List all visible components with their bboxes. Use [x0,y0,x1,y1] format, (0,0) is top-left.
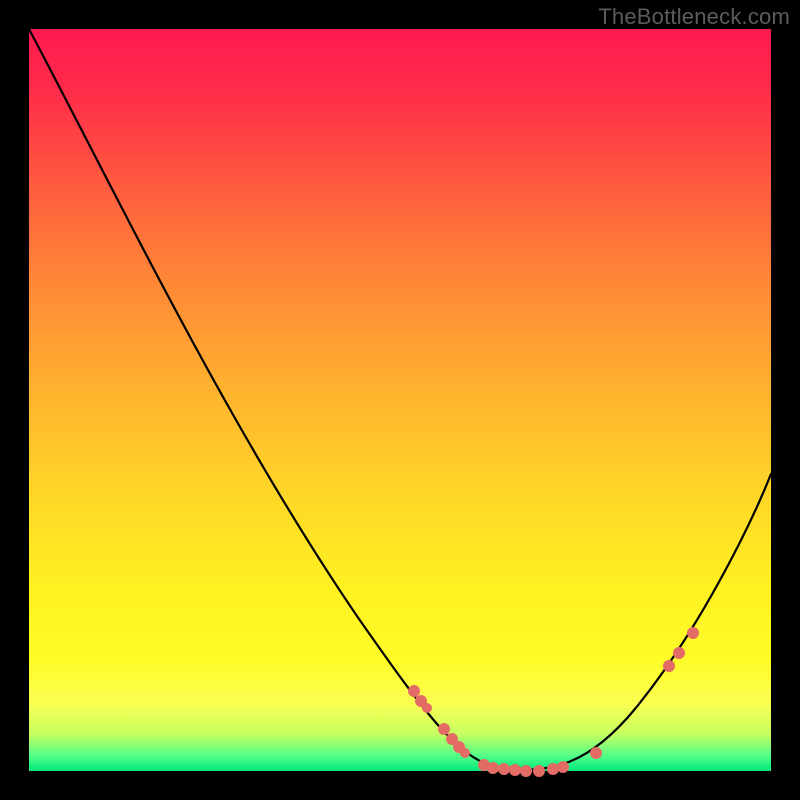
curve-marker [438,723,450,735]
curve-marker [533,765,545,777]
curve-marker [422,703,432,713]
curve-marker [557,761,569,773]
curve-marker [673,647,685,659]
curve-marker [487,762,499,774]
curve-marker [460,748,470,758]
curve-marker [520,765,532,777]
curve-marker [509,764,521,776]
curve-marker [590,747,602,759]
curve-marker [687,627,699,639]
curve-marker [408,685,420,697]
watermark-text: TheBottleneck.com [598,4,790,30]
curve-marker [547,763,559,775]
chart-plot-area [29,29,771,771]
chart-svg [29,29,771,771]
curve-marker [498,763,510,775]
bottleneck-curve [29,29,771,770]
curve-marker [663,660,675,672]
